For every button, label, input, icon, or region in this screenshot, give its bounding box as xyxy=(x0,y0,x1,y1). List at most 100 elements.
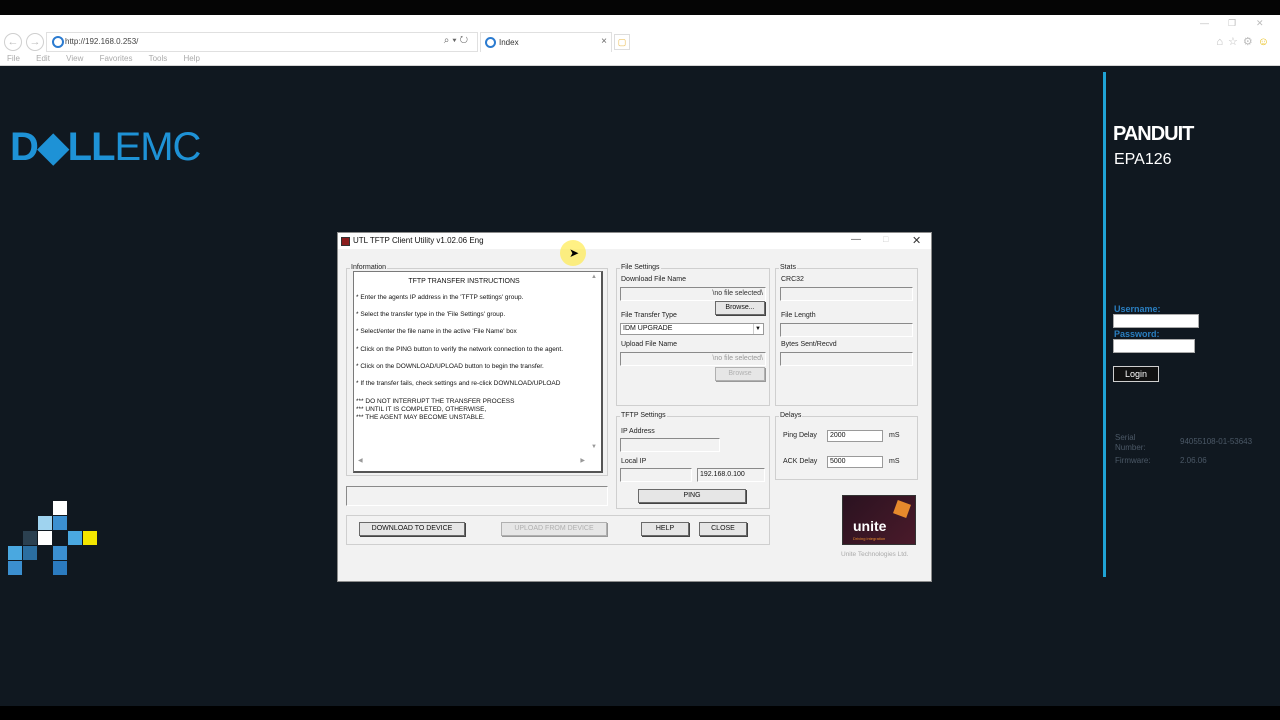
instruction-line: * Select the transfer type in the 'File … xyxy=(356,311,506,318)
password-label: Password: xyxy=(1114,329,1160,339)
ip-address-label: IP Address xyxy=(621,428,655,435)
serial-label-line2: Number: xyxy=(1115,443,1146,452)
dialog-titlebar[interactable]: UTL TFTP Client Utility v1.02.06 Eng — □… xyxy=(338,233,931,249)
menu-file[interactable]: File xyxy=(7,54,20,63)
local-ip-label: Local IP xyxy=(621,458,647,465)
menu-favorites[interactable]: Favorites xyxy=(100,54,133,63)
serial-number-value: 94055108-01-53643 xyxy=(1180,437,1253,446)
instruction-line: * If the transfer fails, check settings … xyxy=(356,380,561,387)
warning-line: *** UNTIL IT IS COMPLETED, OTHERWISE, xyxy=(356,406,487,413)
download-file-name-label: Download File Name xyxy=(621,276,686,283)
download-browse-button[interactable]: Browse... xyxy=(715,301,765,315)
menu-bar: File Edit View Favorites Tools Help xyxy=(7,54,214,63)
upload-browse-button[interactable]: Browse xyxy=(715,367,765,381)
dell-emc-logo: D◆LLEMC xyxy=(10,124,202,170)
menu-edit[interactable]: Edit xyxy=(36,54,50,63)
back-button[interactable]: ← xyxy=(4,33,22,51)
menu-tools[interactable]: Tools xyxy=(149,54,168,63)
accent-divider xyxy=(1103,72,1106,577)
emc-logo-text: EMC xyxy=(114,125,202,169)
menu-help[interactable]: Help xyxy=(184,54,200,63)
upload-file-name-value: \no file selected\ xyxy=(712,355,763,362)
window-restore-icon[interactable]: ❐ xyxy=(1228,18,1236,29)
window-minimize-icon[interactable]: — xyxy=(1200,18,1209,28)
dialog-minimize-icon[interactable]: — xyxy=(851,234,861,245)
local-ip-blank-field xyxy=(620,468,692,482)
ack-delay-label: ACK Delay xyxy=(783,458,818,465)
close-button[interactable]: CLOSE xyxy=(699,522,747,536)
file-length-label: File Length xyxy=(781,312,816,319)
crc32-label: CRC32 xyxy=(781,276,804,283)
dialog-close-icon[interactable]: ✕ xyxy=(912,234,921,247)
status-bar-field xyxy=(346,486,608,506)
tab-title: Index xyxy=(499,38,519,47)
ack-delay-input[interactable]: 5000 xyxy=(827,456,883,468)
scroll-down-arrow-icon[interactable]: ▼ xyxy=(591,444,597,450)
tab-index[interactable]: Index × xyxy=(480,32,612,52)
ack-delay-unit: mS xyxy=(889,458,900,465)
address-tools-icons[interactable]: ⌕▾↻ xyxy=(444,35,471,46)
download-file-name-value: \no file selected\ xyxy=(712,290,763,297)
home-icon[interactable]: ⌂ xyxy=(1216,36,1228,48)
file-transfer-type-value: IDM UPGRADE xyxy=(623,325,673,332)
model-name: EPA126 xyxy=(1114,151,1172,168)
firmware-value: 2.06.06 xyxy=(1180,456,1207,465)
instruction-line: * Click on the DOWNLOAD/UPLOAD button to… xyxy=(356,363,544,370)
unite-tagline: Driving integration xyxy=(853,536,886,541)
upload-file-name-label: Upload File Name xyxy=(621,341,678,348)
new-tab-button[interactable]: ▢ xyxy=(614,34,630,50)
download-to-device-button[interactable]: DOWNLOAD TO DEVICE xyxy=(359,522,465,536)
ping-button[interactable]: PING xyxy=(638,489,746,503)
feedback-smiley-icon[interactable]: ☺ xyxy=(1258,36,1274,48)
ping-delay-unit: mS xyxy=(889,432,900,439)
help-button[interactable]: HELP xyxy=(641,522,689,536)
tab-ie-icon xyxy=(485,37,496,48)
ping-delay-label: Ping Delay xyxy=(783,432,817,439)
file-length-field xyxy=(780,323,913,337)
panduit-logo: PANDUIT xyxy=(1113,123,1194,145)
settings-gear-icon[interactable]: ⚙ xyxy=(1243,36,1258,48)
firmware-label: Firmware: xyxy=(1115,456,1151,465)
instruction-line: * Click on the PING button to verify the… xyxy=(356,346,564,353)
local-ip-value: 192.168.0.100 xyxy=(700,471,745,478)
menu-view[interactable]: View xyxy=(66,54,83,63)
browser-right-icons: ⌂☆⚙☺ xyxy=(1216,35,1274,48)
chevron-down-icon[interactable]: ▼ xyxy=(753,324,762,334)
scroll-left-arrow-icon[interactable]: ◀ xyxy=(358,457,363,464)
tab-close-icon[interactable]: × xyxy=(601,36,607,47)
unite-logo-text: unite xyxy=(853,518,887,534)
download-file-name-field[interactable]: \no file selected\ xyxy=(620,287,766,301)
username-input[interactable] xyxy=(1113,314,1199,328)
upload-file-name-field[interactable]: \no file selected\ xyxy=(620,352,766,366)
address-url: http://192.168.0.253/ xyxy=(65,37,139,46)
ie-icon xyxy=(52,36,64,48)
dell-logo-text: D◆LL xyxy=(10,125,116,169)
upload-from-device-button[interactable]: UPLOAD FROM DEVICE xyxy=(501,522,607,536)
ping-delay-input[interactable]: 2000 xyxy=(827,430,883,442)
tftp-settings-group-label: TFTP Settings xyxy=(620,412,667,419)
scroll-right-arrow-icon[interactable]: ▶ xyxy=(580,457,585,464)
bytes-sent-field xyxy=(780,352,913,366)
browser-chrome: ← → http://192.168.0.253/ ⌕▾↻ Index × ▢ … xyxy=(0,15,1280,66)
instruction-line: * Enter the agents IP address in the 'TF… xyxy=(356,294,524,301)
file-transfer-type-select[interactable]: IDM UPGRADE ▼ xyxy=(620,323,764,335)
instructions-box[interactable]: TFTP TRANSFER INSTRUCTIONS * Enter the a… xyxy=(353,271,603,473)
mouse-pointer-icon: ➤ xyxy=(569,246,580,260)
local-ip-field[interactable]: 192.168.0.100 xyxy=(697,468,765,482)
password-input[interactable] xyxy=(1113,339,1195,353)
app-icon xyxy=(341,237,350,246)
warning-line: *** THE AGENT MAY BECOME UNSTABLE. xyxy=(356,414,485,421)
scroll-up-arrow-icon[interactable]: ▲ xyxy=(591,274,597,280)
file-transfer-type-label: File Transfer Type xyxy=(621,312,677,319)
favorites-star-icon[interactable]: ☆ xyxy=(1228,36,1243,48)
login-button[interactable]: Login xyxy=(1113,366,1159,382)
forward-button[interactable]: → xyxy=(26,33,44,51)
address-bar[interactable]: http://192.168.0.253/ ⌕▾↻ xyxy=(46,32,478,52)
screen-bottom-strip xyxy=(0,706,1280,720)
username-label: Username: xyxy=(1114,304,1161,314)
crc32-field xyxy=(780,287,913,301)
tftp-dialog: UTL TFTP Client Utility v1.02.06 Eng — □… xyxy=(337,232,932,582)
screen-top-strip xyxy=(0,0,1280,15)
window-close-icon[interactable]: ✕ xyxy=(1256,18,1264,29)
ip-address-field[interactable] xyxy=(620,438,720,452)
